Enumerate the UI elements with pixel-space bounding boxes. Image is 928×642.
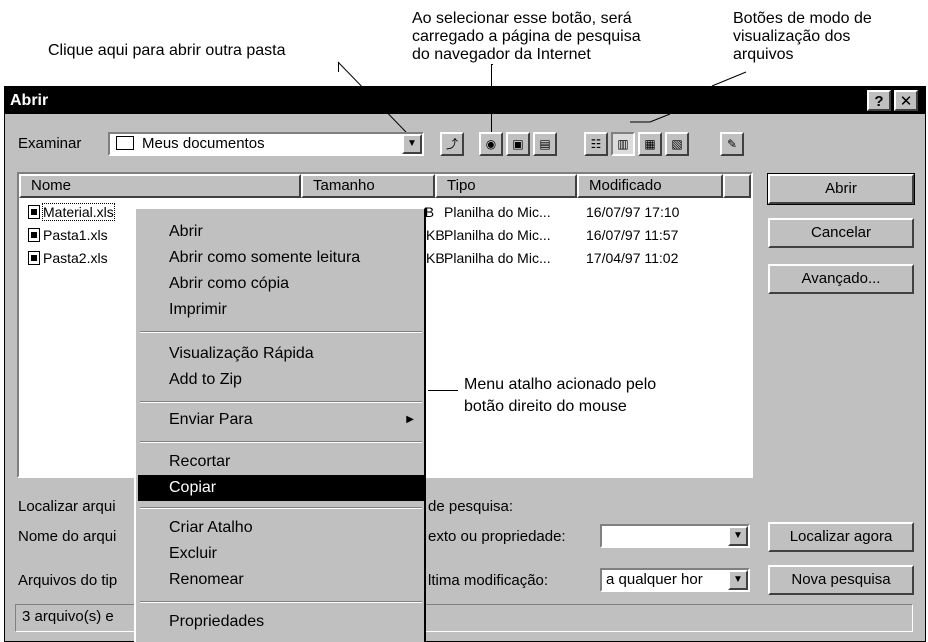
menu-item-create-shortcut[interactable]: Criar Atalho [138, 515, 424, 541]
file-name: Pasta2.xls [43, 250, 108, 266]
menu-item-delete[interactable]: Excluir [138, 541, 424, 567]
up-folder-icon[interactable]: ⤴ [440, 132, 464, 156]
annotation-search-line-1: Ao selecionar esse botão, será [412, 10, 632, 27]
annotation-search-line-2: carregado a página de pesquisa [412, 28, 641, 45]
annotation-view-line-2: visualização dos [733, 28, 851, 45]
menu-item-quick-view[interactable]: Visualização Rápida [138, 341, 424, 367]
column-name[interactable]: Nome [19, 174, 301, 198]
file-type: Planilha do Mic... [444, 250, 551, 266]
new-search-button[interactable]: Nova pesquisa [768, 565, 914, 595]
dropdown-arrow-icon[interactable]: ▼ [402, 134, 422, 154]
file-size: KB [426, 250, 445, 266]
table-row[interactable]: Pasta2.xls [28, 247, 108, 271]
list-view-icon[interactable]: ☷ [584, 132, 608, 156]
annotation-context-line-2: botão direito do mouse [464, 398, 627, 415]
context-menu: Abrir Abrir como somente leitura Abrir c… [134, 207, 426, 642]
leader-line-open-folder [337, 61, 407, 133]
file-size: KB [426, 227, 445, 243]
leader-line-search [491, 64, 492, 136]
favorites-icon[interactable]: ▣ [506, 132, 530, 156]
properties-view-icon[interactable]: ▦ [638, 132, 662, 156]
menu-item-cut[interactable]: Recortar [138, 449, 424, 475]
annotation-search-line-3: do navegador da Internet [412, 46, 591, 63]
look-in-value: Meus documentos [142, 135, 265, 152]
column-type[interactable]: Tipo [435, 174, 577, 198]
menu-item-open-readonly[interactable]: Abrir como somente leitura [138, 245, 424, 271]
file-type: Planilha do Mic... [444, 204, 551, 220]
menu-separator [140, 401, 422, 403]
close-button[interactable]: ✕ [894, 90, 918, 111]
details-view-icon[interactable]: ▥ [611, 132, 635, 156]
file-modified: 17/04/97 11:02 [586, 250, 679, 266]
add-favorites-icon[interactable]: ▤ [533, 132, 557, 156]
filename-label: Nome do arqui [18, 528, 117, 545]
last-modified-combo[interactable]: a qualquer hor ▼ [600, 568, 750, 592]
search-criteria-label: de pesquisa: [428, 498, 514, 515]
table-row[interactable]: Pasta1.xls [28, 224, 108, 248]
column-size[interactable]: Tamanho [301, 174, 435, 198]
column-modified[interactable]: Modificado [577, 174, 723, 198]
last-modified-label: ltima modificação: [428, 572, 549, 589]
dropdown-arrow-icon[interactable]: ▼ [728, 570, 748, 590]
leader-line-context-menu [428, 390, 458, 391]
menu-item-open[interactable]: Abrir [138, 219, 424, 245]
annotation-open-folder: Clique aqui para abrir outra pasta [48, 42, 286, 59]
dialog-title: Abrir [5, 87, 925, 114]
text-property-combo[interactable]: ▼ [600, 524, 750, 548]
commands-icon[interactable]: ✎ [720, 132, 744, 156]
menu-separator [140, 507, 422, 509]
menu-item-rename[interactable]: Renomear [138, 567, 424, 593]
file-modified: 16/07/97 11:57 [586, 227, 679, 243]
menu-item-copy[interactable]: Copiar [138, 475, 424, 501]
menu-item-add-to-zip[interactable]: Add to Zip [138, 367, 424, 393]
filetype-label: Arquivos do tip [18, 572, 118, 589]
menu-item-send-to[interactable]: Enviar Para ▶ [138, 407, 424, 433]
leader-line-view [630, 71, 747, 123]
preview-view-icon[interactable]: ▧ [665, 132, 689, 156]
menu-separator [140, 331, 422, 333]
submenu-arrow-icon: ▶ [406, 414, 414, 425]
find-now-button[interactable]: Localizar agora [768, 522, 914, 552]
folder-icon [116, 136, 134, 150]
file-modified: 16/07/97 17:10 [586, 204, 680, 220]
annotation-view-line-1: Botões de modo de [733, 10, 872, 27]
table-row[interactable]: Material.xls [28, 201, 115, 225]
file-xls-icon [28, 251, 40, 265]
look-in-label: Examinar [18, 135, 82, 152]
find-files-label: Localizar arqui [18, 498, 116, 515]
menu-item-open-copy[interactable]: Abrir como cópia [138, 271, 424, 297]
status-text: 3 arquivo(s) e [22, 608, 114, 625]
advanced-button[interactable]: Avançado... [768, 264, 914, 294]
annotation-context-line-1: Menu atalho acionado pelo [464, 376, 657, 393]
menu-separator [140, 441, 422, 443]
column-filler [723, 174, 751, 198]
menu-item-properties[interactable]: Propriedades [138, 609, 424, 635]
file-xls-icon [28, 228, 40, 242]
dropdown-arrow-icon[interactable]: ▼ [728, 526, 748, 546]
cancel-button[interactable]: Cancelar [768, 218, 914, 248]
menu-item-print[interactable]: Imprimir [138, 297, 424, 323]
file-name: Pasta1.xls [43, 227, 108, 243]
file-xls-icon [28, 205, 40, 219]
file-type: Planilha do Mic... [444, 227, 551, 243]
help-button[interactable]: ? [867, 90, 891, 111]
menu-separator [140, 601, 422, 603]
open-button[interactable]: Abrir [767, 173, 915, 205]
look-in-combo[interactable]: Meus documentos ▼ [108, 132, 424, 156]
search-web-icon[interactable]: ◉ [479, 132, 503, 156]
annotation-view-line-3: arquivos [733, 46, 794, 63]
file-name: Material.xls [42, 203, 115, 221]
text-property-label: exto ou propriedade: [428, 528, 566, 545]
last-modified-value: a qualquer hor [606, 571, 703, 588]
